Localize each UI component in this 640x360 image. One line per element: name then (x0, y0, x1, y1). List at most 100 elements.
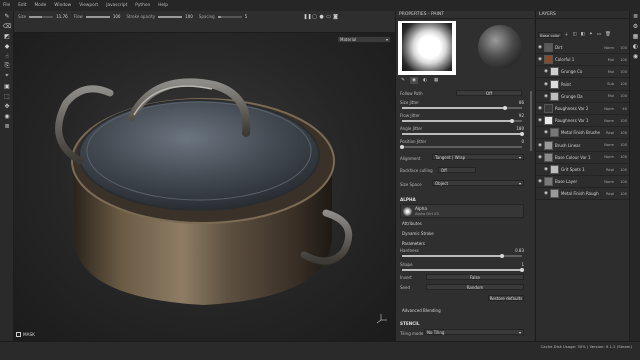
texture-set-icon[interactable]: ▦ (630, 31, 640, 41)
square-icon[interactable]: ▢ (311, 13, 318, 20)
invert-toggle[interactable]: False (426, 274, 524, 280)
hardness-value[interactable]: 0.83 (515, 248, 524, 253)
menu-help[interactable]: Help (158, 3, 168, 8)
layer-row[interactable]: ◉ Metal Finish Rough Repl 100 (536, 188, 630, 201)
eraser-icon[interactable]: ⌫ (0, 21, 14, 31)
layer-row[interactable]: ◉ Roughness Var 2 Norm 40 (536, 103, 630, 115)
layer-blend-mode[interactable]: Mul (608, 70, 614, 74)
menu-window[interactable]: Window (54, 3, 71, 8)
position-jitter-value[interactable]: 0 (521, 139, 524, 144)
shape-slider[interactable] (402, 267, 524, 272)
record-icon[interactable]: ● (318, 13, 325, 20)
angle-jitter-slider[interactable] (402, 131, 524, 136)
layer-row[interactable]: ◉ Base Colour Var 1 Norm 100 (536, 152, 630, 164)
layer-opacity[interactable]: 100 (616, 119, 627, 123)
visibility-eye-icon[interactable]: ◉ (536, 57, 544, 62)
spacing-value[interactable]: 5 (245, 14, 248, 19)
layer-opacity[interactable]: 100 (616, 131, 627, 135)
screenshot-icon[interactable]: ◙ (332, 13, 339, 20)
material-tab-icon[interactable]: ◉ (410, 77, 418, 84)
flow-jitter-value[interactable]: 92 (519, 113, 524, 118)
layer-row[interactable]: ◉ Dirt Norm 100 (536, 42, 630, 54)
spacing-slider[interactable] (217, 15, 242, 18)
visibility-eye-icon[interactable]: ◉ (536, 143, 544, 148)
display-settings-icon[interactable]: ◐ (630, 41, 640, 51)
geometry-fill-icon[interactable]: ◆ (0, 41, 14, 51)
layer-opacity[interactable]: 100 (616, 46, 627, 50)
flow-value[interactable]: 100 (113, 14, 121, 19)
size-value[interactable]: 11.76 (56, 14, 67, 19)
material-select[interactable]: Material ▾ (337, 36, 391, 43)
layer-opacity[interactable]: 100 (616, 143, 627, 147)
add-fill-icon[interactable]: ◫ (573, 32, 577, 38)
layer-blend-mode[interactable]: Repl (606, 168, 614, 172)
menu-mode[interactable]: Mode (35, 3, 47, 8)
layer-opacity[interactable]: 40 (616, 107, 627, 111)
layer-row[interactable]: ◉ Colorful 1 Mul 100 (536, 54, 630, 67)
delete-layer-icon[interactable]: 🗑 (605, 32, 611, 38)
layer-blend-mode[interactable]: Repl (606, 192, 614, 196)
channel-select[interactable]: Base color (538, 32, 562, 38)
parameters-header[interactable]: Parameters (402, 241, 425, 246)
layer-opacity[interactable]: 100 (616, 192, 627, 196)
visibility-eye-icon[interactable]: ◉ (542, 130, 550, 135)
stroke-opacity-slider[interactable] (158, 15, 183, 18)
size-space-select[interactable]: Object ▾ (432, 180, 524, 186)
flow-slider[interactable] (85, 15, 110, 18)
3d-viewport[interactable]: Material ▾ MASK (14, 33, 395, 341)
visibility-eye-icon[interactable]: ◉ (542, 167, 550, 172)
add-mask-icon[interactable]: ◧ (581, 32, 585, 38)
angle-jitter-value[interactable]: 180 (516, 126, 524, 131)
size-jitter-value[interactable]: 86 (519, 100, 524, 105)
transform-icon[interactable]: ✥ (0, 101, 14, 111)
layer-opacity[interactable]: 100 (616, 168, 627, 172)
layer-blend-mode[interactable]: Mul (608, 94, 614, 98)
layer-row[interactable]: ◉ Roughness Var 1 Norm 100 (536, 115, 630, 128)
pause-icon[interactable]: ❚❚ (303, 13, 311, 20)
size-jitter-slider[interactable] (402, 105, 522, 110)
layer-blend-mode[interactable]: Norm (604, 119, 614, 123)
mask-toggle[interactable]: MASK (16, 332, 35, 337)
layer-blend-mode[interactable]: Norm (604, 46, 614, 50)
visibility-eye-icon[interactable]: ◉ (536, 118, 544, 123)
tiling-select[interactable]: No Tiling ▾ (424, 329, 524, 335)
shape-value[interactable]: 1 (521, 262, 524, 267)
layer-blend-mode[interactable]: Norm (604, 143, 614, 147)
layer-opacity[interactable]: 100 (616, 94, 627, 98)
color-picker-icon[interactable]: ⌖ (0, 71, 14, 81)
attributes-header[interactable]: Attributes (402, 221, 422, 226)
alpha-resource[interactable]: Alpha Alpha Dirt 03 (400, 204, 524, 218)
display-icon[interactable]: ▭ (325, 13, 332, 20)
layers-icon[interactable]: ≣ (0, 121, 14, 131)
shader-icon[interactable]: ◉ (630, 51, 640, 61)
backface-toggle[interactable]: Off (438, 167, 476, 173)
layer-row[interactable]: ◉ Brush Linear Norm 100 (536, 140, 630, 152)
camera-icon[interactable]: ◉ (0, 111, 14, 121)
alpha-tab-icon[interactable]: ◐ (421, 77, 429, 84)
menu-viewport[interactable]: Viewport (79, 3, 98, 8)
follow-path-toggle[interactable]: Off (456, 90, 522, 96)
layer-blend-mode[interactable]: Norm (604, 180, 614, 184)
layer-blend-mode[interactable]: Repl (606, 131, 614, 135)
visibility-eye-icon[interactable]: ◉ (542, 191, 550, 196)
layer-blend-mode[interactable]: Mul (608, 58, 614, 62)
paint-brush-icon[interactable]: ✎ (0, 11, 14, 21)
visibility-eye-icon[interactable]: ◉ (536, 45, 544, 50)
seed-button[interactable]: Random (426, 284, 524, 290)
dynamic-stroke-header[interactable]: Dynamic Stroke (402, 231, 434, 236)
clone-icon[interactable]: ⎘ (0, 61, 14, 71)
hardness-slider[interactable] (402, 253, 522, 258)
layer-blend-mode[interactable]: Norm (604, 155, 614, 159)
visibility-eye-icon[interactable]: ◉ (536, 155, 544, 160)
stroke-opacity-value[interactable]: 100 (185, 14, 193, 19)
layer-row[interactable]: ◉ Grit Spots 1 Repl 100 (536, 164, 630, 176)
visibility-eye-icon[interactable]: ◉ (536, 106, 544, 111)
add-folder-icon[interactable]: ▭ (597, 32, 601, 38)
menu-javascript[interactable]: Javascript (106, 3, 127, 8)
restore-defaults-button[interactable]: Restore defaults (488, 295, 524, 301)
layer-opacity[interactable]: 100 (616, 180, 627, 184)
layers-dock-icon[interactable]: ≣ (630, 11, 640, 21)
layer-row[interactable]: ◉ Grunge Co Mul 100 (536, 66, 630, 79)
visibility-eye-icon[interactable]: ◉ (542, 69, 550, 74)
polygon-fill-icon[interactable]: ▣ (0, 81, 14, 91)
